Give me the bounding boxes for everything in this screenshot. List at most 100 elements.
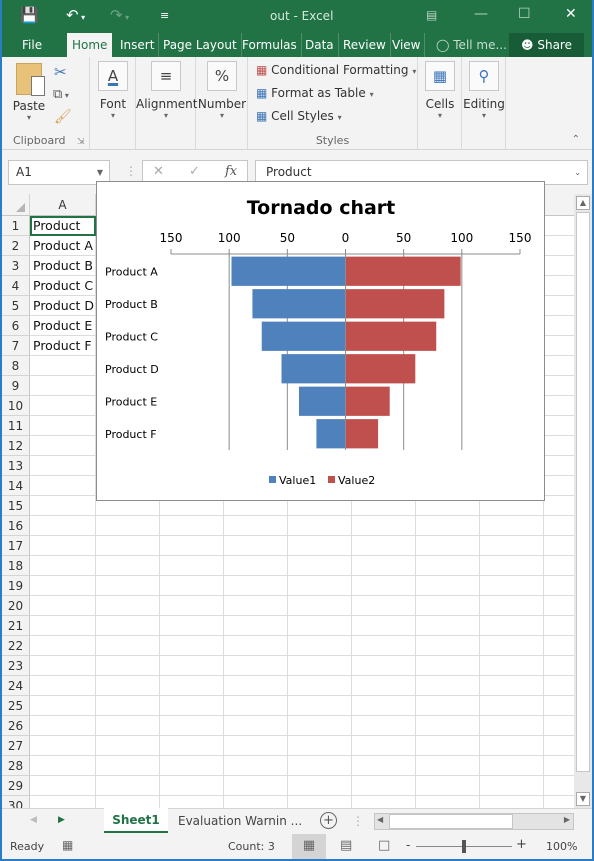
tab-insert[interactable]: Insert bbox=[116, 33, 160, 57]
tab-review[interactable]: Review bbox=[339, 33, 391, 57]
empty-cell[interactable] bbox=[416, 696, 480, 716]
copy-icon[interactable]: ⧉ ▾ bbox=[53, 87, 69, 102]
empty-cell[interactable] bbox=[30, 656, 96, 676]
empty-cell[interactable] bbox=[480, 756, 544, 776]
empty-cell[interactable] bbox=[416, 556, 480, 576]
empty-cell[interactable] bbox=[416, 756, 480, 776]
empty-cell[interactable] bbox=[352, 656, 416, 676]
empty-cell[interactable] bbox=[544, 576, 574, 596]
empty-cell[interactable] bbox=[416, 736, 480, 756]
select-all[interactable] bbox=[2, 194, 30, 216]
empty-cell[interactable] bbox=[224, 656, 288, 676]
row-header-30[interactable]: 30 bbox=[2, 796, 30, 808]
row-header-17[interactable]: 17 bbox=[2, 536, 30, 556]
empty-cell[interactable] bbox=[160, 636, 224, 656]
empty-cell[interactable] bbox=[288, 776, 352, 796]
empty-cell[interactable] bbox=[544, 356, 574, 376]
insert-function-icon[interactable]: fx bbox=[225, 164, 237, 179]
header-cell[interactable]: Product bbox=[30, 216, 96, 236]
tab-view[interactable]: View bbox=[388, 33, 426, 57]
empty-cell[interactable] bbox=[416, 656, 480, 676]
empty-cell[interactable] bbox=[480, 636, 544, 656]
empty-cell[interactable] bbox=[96, 776, 160, 796]
table-cell[interactable]: Product E bbox=[30, 316, 96, 336]
tab-page-layout[interactable]: Page Layout bbox=[159, 33, 242, 57]
empty-cell[interactable] bbox=[480, 736, 544, 756]
close-icon[interactable]: ✕ bbox=[565, 6, 577, 22]
empty-cell[interactable] bbox=[352, 756, 416, 776]
empty-cell[interactable] bbox=[544, 676, 574, 696]
row-header-16[interactable]: 16 bbox=[2, 516, 30, 536]
empty-cell[interactable] bbox=[352, 596, 416, 616]
empty-cell[interactable] bbox=[416, 796, 480, 808]
empty-cell[interactable] bbox=[544, 616, 574, 636]
row-header-4[interactable]: 4 bbox=[2, 276, 30, 296]
empty-cell[interactable] bbox=[160, 516, 224, 536]
empty-cell[interactable] bbox=[544, 736, 574, 756]
empty-cell[interactable] bbox=[160, 736, 224, 756]
empty-cell[interactable] bbox=[480, 536, 544, 556]
empty-cell[interactable] bbox=[224, 796, 288, 808]
empty-cell[interactable] bbox=[30, 456, 96, 476]
empty-cell[interactable] bbox=[544, 296, 574, 316]
row-header-22[interactable]: 22 bbox=[2, 636, 30, 656]
empty-cell[interactable] bbox=[160, 756, 224, 776]
empty-cell[interactable] bbox=[416, 636, 480, 656]
empty-cell[interactable] bbox=[96, 736, 160, 756]
row-header-20[interactable]: 20 bbox=[2, 596, 30, 616]
empty-cell[interactable] bbox=[352, 516, 416, 536]
empty-cell[interactable] bbox=[544, 416, 574, 436]
empty-cell[interactable] bbox=[480, 676, 544, 696]
table-cell[interactable]: Product D bbox=[30, 296, 96, 316]
empty-cell[interactable] bbox=[480, 716, 544, 736]
row-header-14[interactable]: 14 bbox=[2, 476, 30, 496]
empty-cell[interactable] bbox=[30, 436, 96, 456]
empty-cell[interactable] bbox=[160, 656, 224, 676]
new-sheet-icon[interactable]: + bbox=[320, 812, 337, 829]
save-icon[interactable]: 💾 bbox=[20, 6, 39, 24]
empty-cell[interactable] bbox=[160, 616, 224, 636]
dialog-launcher-icon[interactable]: ⇲ bbox=[77, 137, 85, 147]
cut-icon[interactable]: ✂ bbox=[54, 63, 67, 81]
row-header-25[interactable]: 25 bbox=[2, 696, 30, 716]
share-button[interactable]: ☻ Share bbox=[509, 33, 584, 57]
empty-cell[interactable] bbox=[96, 516, 160, 536]
row-header-5[interactable]: 5 bbox=[2, 296, 30, 316]
empty-cell[interactable] bbox=[96, 796, 160, 808]
table-cell[interactable]: Product F bbox=[30, 336, 96, 356]
empty-cell[interactable] bbox=[160, 556, 224, 576]
table-cell[interactable]: Product C bbox=[30, 276, 96, 296]
paste-button[interactable]: Paste ▾ bbox=[12, 63, 46, 122]
horizontal-scrollbar[interactable]: ◀ ▶ bbox=[374, 813, 574, 830]
empty-cell[interactable] bbox=[288, 756, 352, 776]
empty-cell[interactable] bbox=[544, 516, 574, 536]
empty-cell[interactable] bbox=[544, 656, 574, 676]
empty-cell[interactable] bbox=[96, 756, 160, 776]
empty-cell[interactable] bbox=[30, 376, 96, 396]
empty-cell[interactable] bbox=[30, 536, 96, 556]
tornado-chart[interactable]: Tornado chart 150 100 50 0 50 100 150 Product A… bbox=[96, 181, 545, 501]
vertical-scrollbar[interactable]: ▲ ▼ bbox=[574, 194, 592, 808]
empty-cell[interactable] bbox=[544, 236, 574, 256]
row-header-19[interactable]: 19 bbox=[2, 576, 30, 596]
zoom-slider-thumb[interactable] bbox=[462, 840, 466, 853]
empty-cell[interactable] bbox=[544, 776, 574, 796]
empty-cell[interactable] bbox=[544, 496, 574, 516]
empty-cell[interactable] bbox=[224, 756, 288, 776]
empty-cell[interactable] bbox=[224, 636, 288, 656]
tab-split-grip[interactable]: ⋮ bbox=[352, 814, 364, 828]
empty-cell[interactable] bbox=[544, 596, 574, 616]
row-header-7[interactable]: 7 bbox=[2, 336, 30, 356]
empty-cell[interactable] bbox=[288, 576, 352, 596]
empty-cell[interactable] bbox=[30, 556, 96, 576]
empty-cell[interactable] bbox=[30, 676, 96, 696]
font-button[interactable]: A Font ▾ bbox=[96, 61, 130, 120]
row-header-18[interactable]: 18 bbox=[2, 556, 30, 576]
empty-cell[interactable] bbox=[160, 696, 224, 716]
empty-cell[interactable] bbox=[416, 516, 480, 536]
empty-cell[interactable] bbox=[352, 716, 416, 736]
empty-cell[interactable] bbox=[544, 256, 574, 276]
empty-cell[interactable] bbox=[224, 556, 288, 576]
empty-cell[interactable] bbox=[544, 696, 574, 716]
zoom-in-button[interactable]: + bbox=[516, 837, 527, 852]
